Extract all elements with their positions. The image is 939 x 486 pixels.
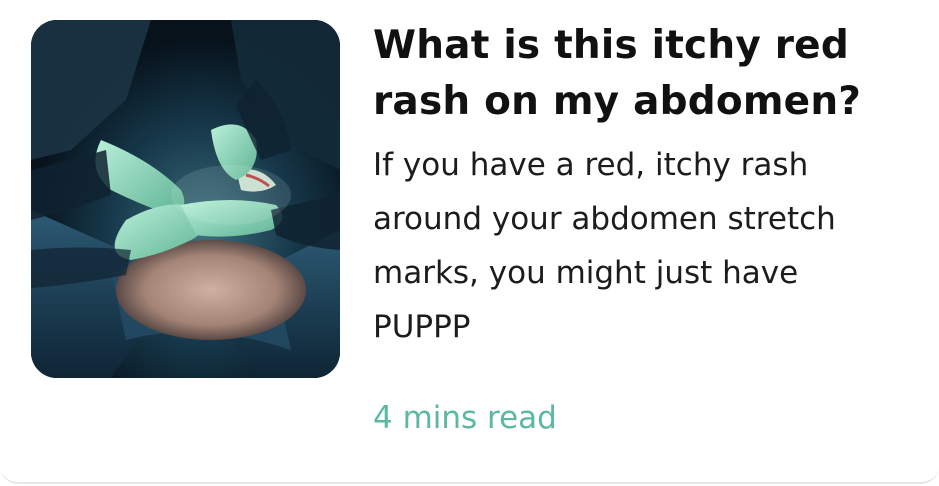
- article-text-column: What is this itchy red rash on my abdome…: [373, 18, 913, 354]
- article-thumbnail-image[interactable]: [31, 20, 340, 378]
- article-summary: If you have a red, itchy rash around you…: [373, 147, 836, 345]
- article-title[interactable]: What is this itchy red rash on my abdome…: [373, 18, 913, 130]
- surgery-photo: [31, 20, 340, 378]
- article-card[interactable]: What is this itchy red rash on my abdome…: [0, 0, 939, 484]
- read-time-label: 4 mins read: [373, 400, 557, 436]
